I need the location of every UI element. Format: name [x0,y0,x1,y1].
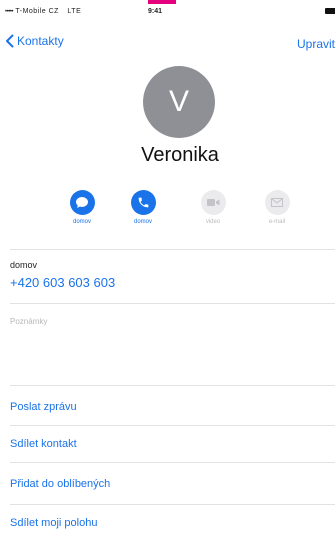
mail-action-label: e-mail [268,219,286,225]
phone-number-link[interactable]: +420 603 603 603 [10,275,115,290]
notes-field[interactable]: Poznámky [10,317,47,326]
signal-indicator: ••••• T-Mobile CZ LTE [5,8,81,15]
avatar-initial: V [168,85,189,118]
status-bar: ••••• T-Mobile CZ LTE 9:41 [0,0,335,20]
video-action-button[interactable]: video [188,190,238,225]
add-to-favorites-link[interactable]: Přidat do oblíbených [10,478,110,490]
phone-type-label: domov [10,260,38,270]
battery-icon [325,8,335,14]
divider [10,425,335,426]
carrier-name: T-Mobile CZ [15,8,59,15]
divider [10,462,335,463]
video-icon [206,199,219,206]
divider [10,385,335,386]
chevron-left-icon [6,34,14,48]
share-location-link[interactable]: Sdílet moji polohu [10,517,97,529]
video-action-circle [200,190,226,215]
message-action-label: domov [72,219,91,225]
divider [10,249,335,250]
mail-icon [271,198,283,207]
send-message-link[interactable]: Poslat zprávu [10,401,77,413]
message-action-button[interactable]: domov [57,190,107,225]
back-button[interactable]: Kontakty [5,34,64,48]
edit-button[interactable]: Upravit [297,37,335,51]
divider [10,504,335,505]
quick-actions: domov domov video e-mail [0,190,335,230]
call-action-circle [130,190,156,215]
network-type: LTE [67,8,82,15]
contact-name: Veronika [141,144,219,166]
message-action-circle [69,190,95,215]
mail-action-circle [264,190,290,215]
call-action-button[interactable]: domov [118,190,168,225]
divider [10,303,335,304]
video-action-label: video [205,219,221,225]
status-time: 9:41 [148,8,163,15]
signal-strength-dots: ••••• [5,9,14,15]
mail-action-button[interactable]: e-mail [252,190,302,225]
call-action-label: domov [133,219,152,225]
message-icon [76,197,88,208]
phone-icon [138,197,148,208]
share-contact-link[interactable]: Sdílet kontakt [10,438,77,450]
avatar: V [143,66,215,138]
back-button-label: Kontakty [17,34,64,48]
navigation-bar: Kontakty Upravit [0,34,335,58]
